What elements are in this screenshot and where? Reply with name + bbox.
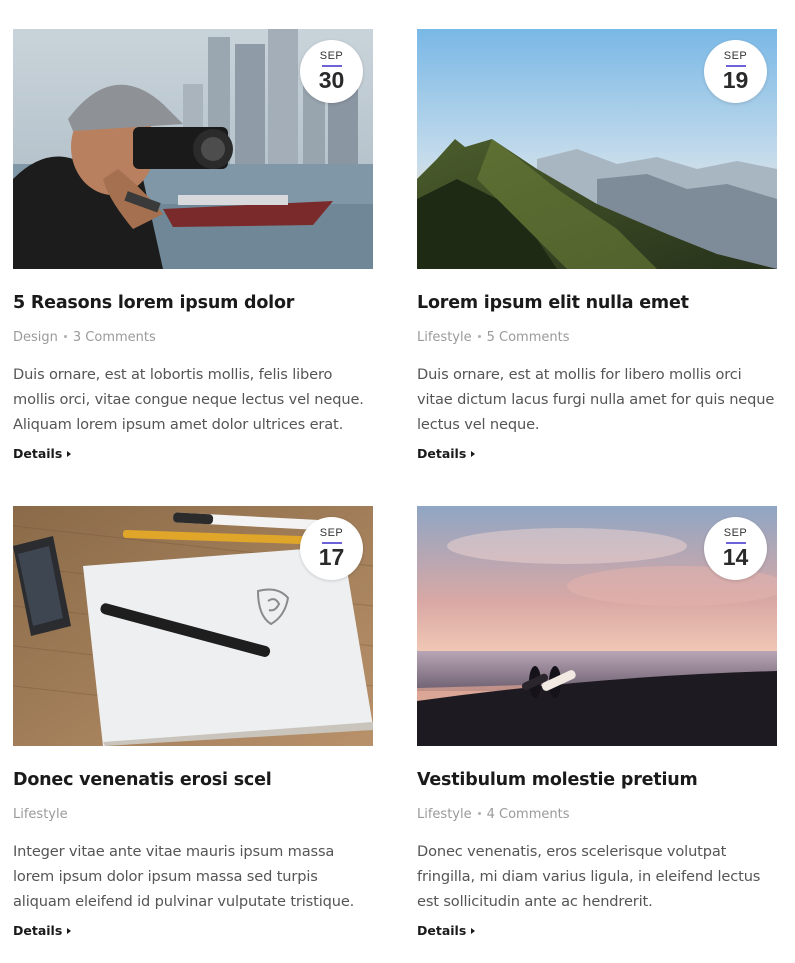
date-month: SEP — [319, 50, 344, 62]
post-card: SEP 19 Lorem ipsum elit nulla emet Lifes… — [417, 29, 777, 463]
caret-right-icon — [67, 450, 72, 457]
post-excerpt: Integer vitae ante vitae mauris ipsum ma… — [13, 843, 355, 910]
date-month: SEP — [723, 527, 748, 539]
details-link[interactable]: Details — [417, 923, 476, 938]
details-link[interactable]: Details — [13, 446, 72, 461]
details-label: Details — [417, 446, 467, 461]
post-category[interactable]: Lifestyle — [417, 330, 472, 345]
caret-right-icon — [471, 450, 476, 457]
date-badge: SEP 19 — [704, 40, 767, 103]
post-comments[interactable]: 4 Comments — [487, 807, 570, 822]
meta-separator — [477, 335, 481, 338]
post-meta: Design 3 Comments — [13, 330, 373, 346]
date-day: 19 — [722, 67, 749, 93]
post-category[interactable]: Design — [13, 330, 58, 345]
post-excerpt: Duis ornare, est at lobortis mollis, fel… — [13, 366, 364, 433]
post-title[interactable]: 5 Reasons lorem ipsum dolor — [13, 293, 373, 313]
post-title[interactable]: Vestibulum molestie pretium — [417, 770, 777, 790]
date-day: 14 — [722, 544, 749, 570]
date-month: SEP — [319, 527, 344, 539]
post-comments[interactable]: 5 Comments — [487, 330, 570, 345]
post-excerpt: Duis ornare, est at mollis for libero mo… — [417, 366, 775, 433]
date-badge: SEP 14 — [704, 517, 767, 580]
post-card: SEP 14 Vestibulum molestie pretium Lifes… — [417, 506, 777, 940]
caret-right-icon — [471, 927, 476, 934]
details-link[interactable]: Details — [13, 923, 72, 938]
date-badge: SEP 30 — [300, 40, 363, 103]
surfers-beach-sunset-image[interactable]: SEP 14 — [417, 506, 777, 746]
details-label: Details — [13, 923, 63, 938]
post-meta: Lifestyle — [13, 807, 373, 823]
details-label: Details — [13, 446, 63, 461]
caret-right-icon — [67, 927, 72, 934]
meta-separator — [477, 812, 481, 815]
date-badge: SEP 17 — [300, 517, 363, 580]
details-label: Details — [417, 923, 467, 938]
post-title[interactable]: Donec venenatis erosi scel — [13, 770, 373, 790]
notebook-and-pens-image[interactable]: SEP 17 — [13, 506, 373, 746]
post-comments[interactable]: 3 Comments — [73, 330, 156, 345]
details-link[interactable]: Details — [417, 446, 476, 461]
post-excerpt: Donec venenatis, eros scelerisque volutp… — [417, 843, 761, 910]
photographer-with-camera-image[interactable]: SEP 30 — [13, 29, 373, 269]
post-meta: Lifestyle 4 Comments — [417, 807, 777, 823]
mountain-ridge-image[interactable]: SEP 19 — [417, 29, 777, 269]
date-month: SEP — [723, 50, 748, 62]
post-card: SEP 30 5 Reasons lorem ipsum dolor Desig… — [13, 29, 373, 463]
blog-post-grid: SEP 30 5 Reasons lorem ipsum dolor Desig… — [0, 0, 795, 963]
date-day: 17 — [318, 544, 345, 570]
post-category[interactable]: Lifestyle — [417, 807, 472, 822]
meta-separator — [63, 335, 67, 338]
post-card: SEP 17 Donec venenatis erosi scel Lifest… — [13, 506, 373, 940]
post-category[interactable]: Lifestyle — [13, 807, 68, 822]
post-title[interactable]: Lorem ipsum elit nulla emet — [417, 293, 777, 313]
date-day: 30 — [318, 67, 345, 93]
post-meta: Lifestyle 5 Comments — [417, 330, 777, 346]
